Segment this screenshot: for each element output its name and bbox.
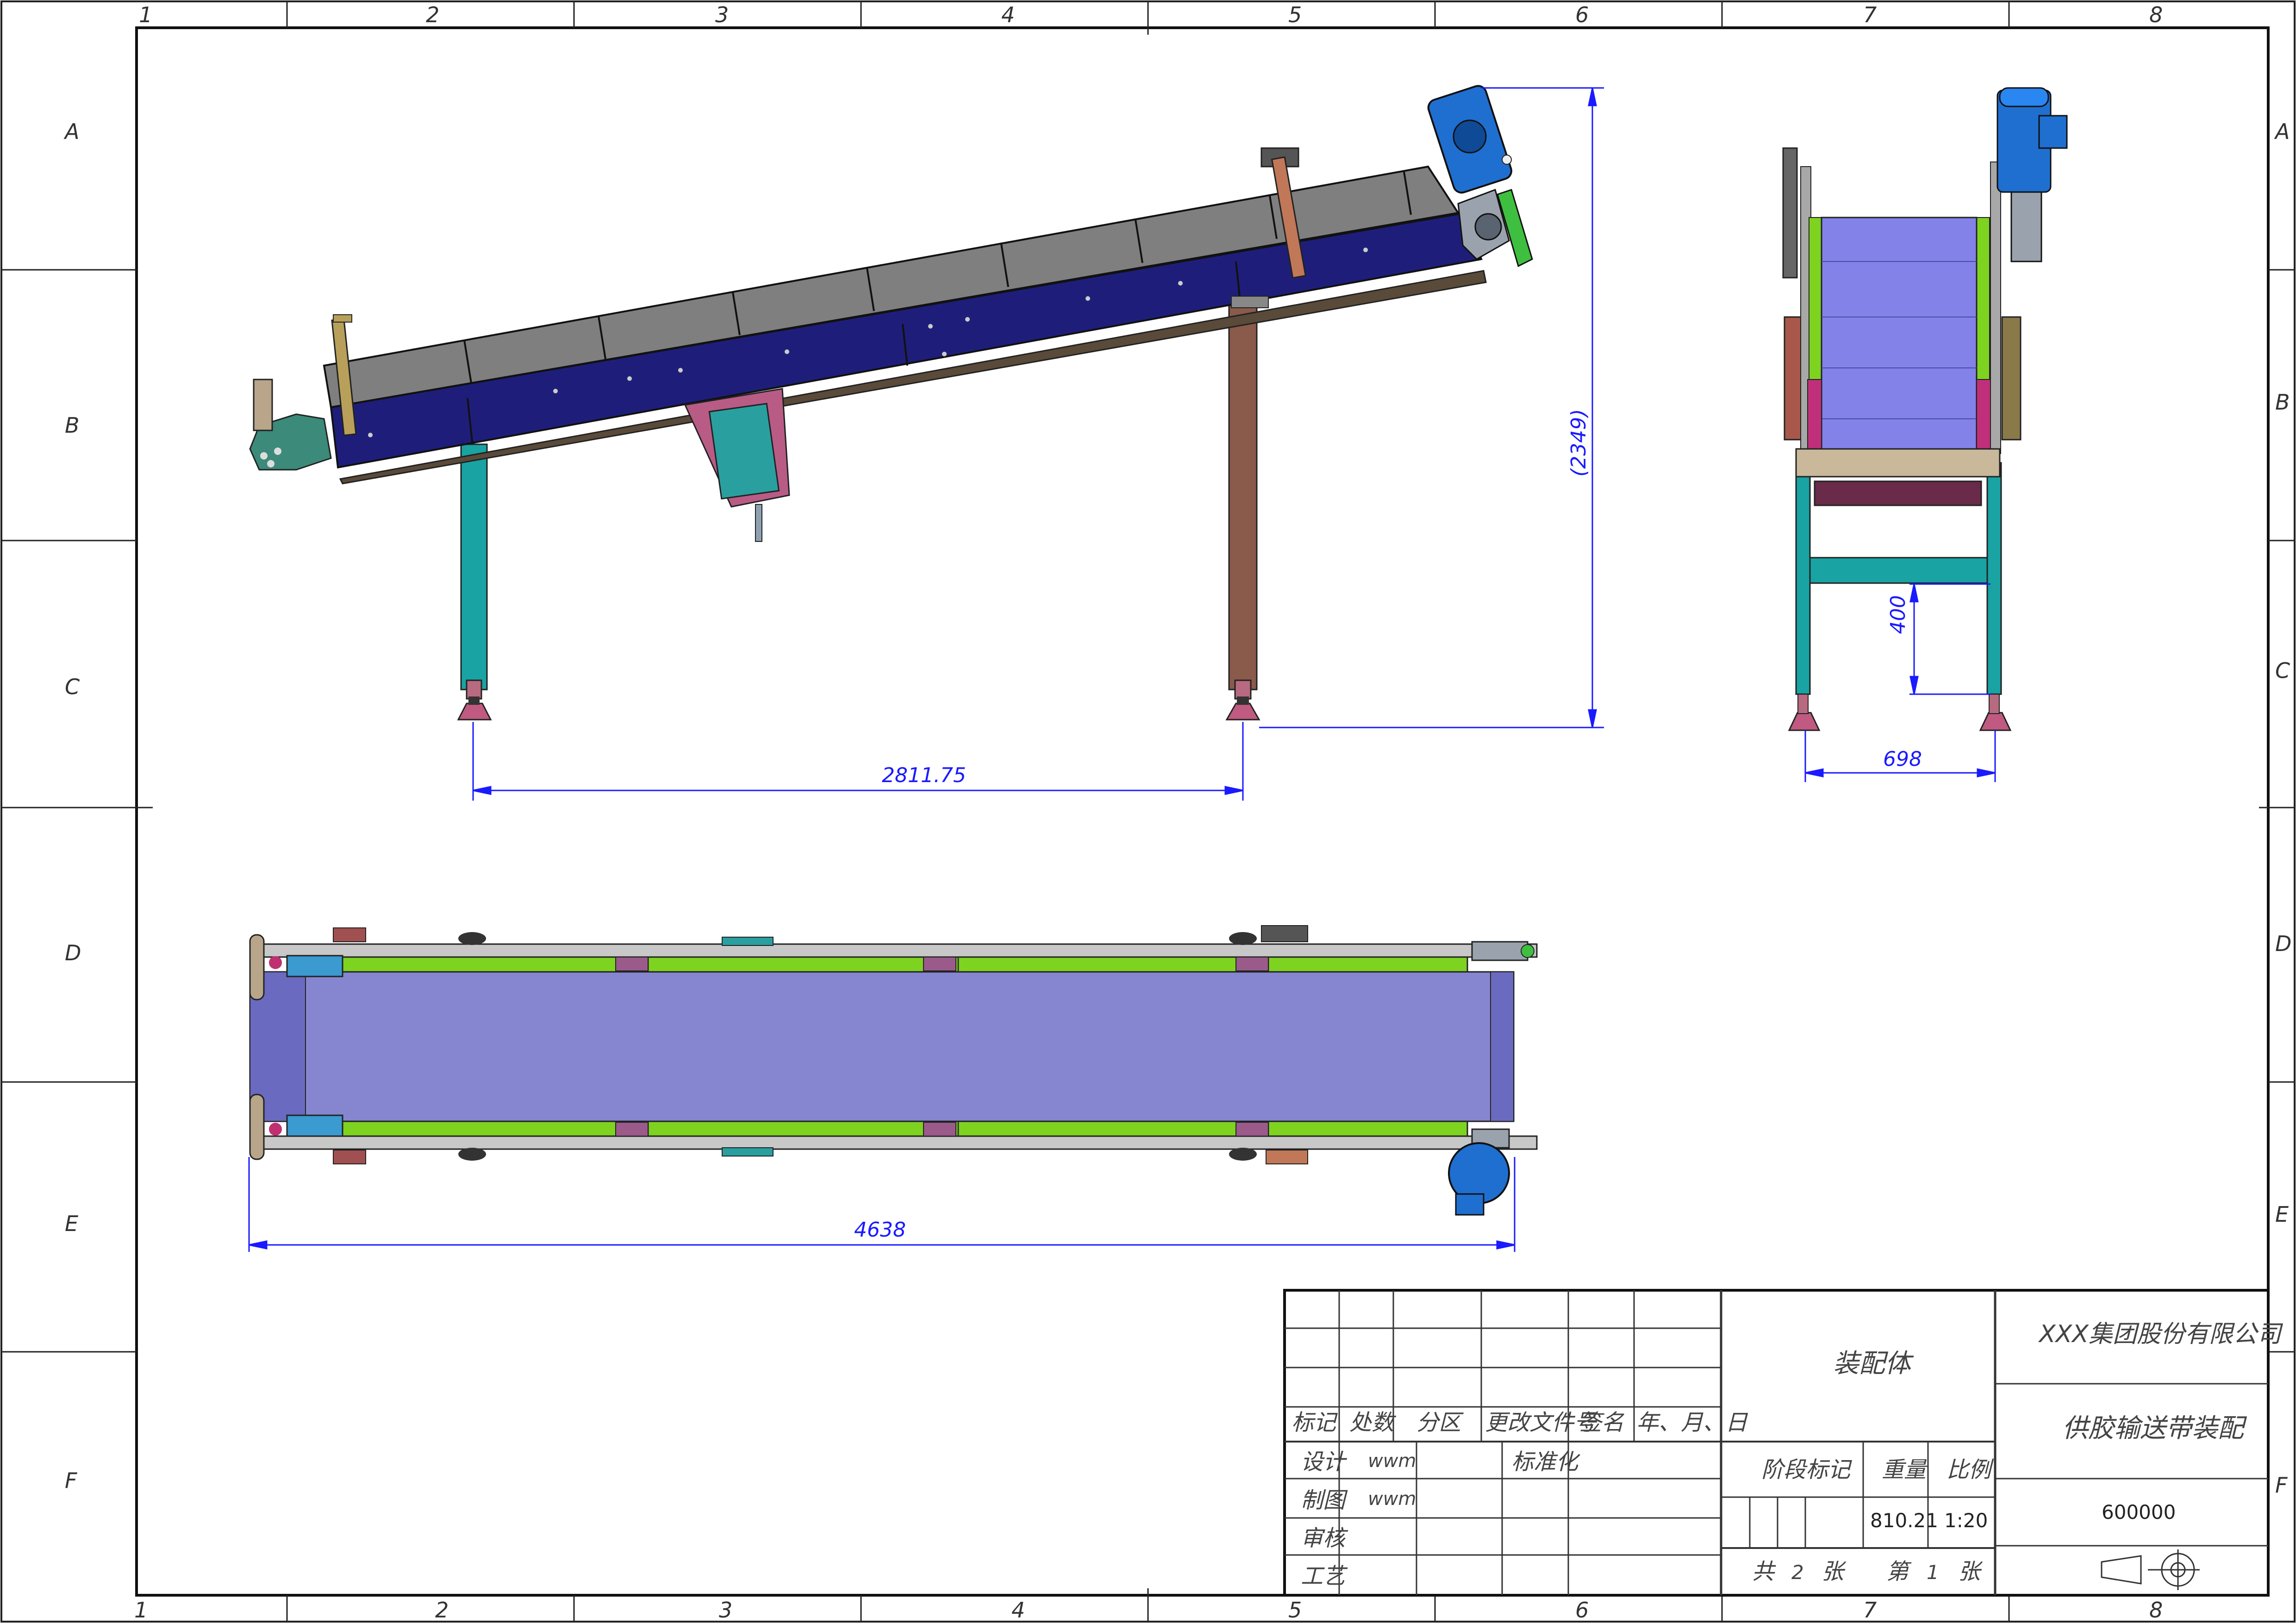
zone-col-8-bottom: 8: [2149, 1598, 2163, 1623]
tb-weight: 810.21: [1870, 1509, 1938, 1532]
dimension-crossbar-height: [1909, 583, 1990, 695]
front-elevation-view: 2811.75 (2349): [249, 85, 1604, 801]
dimension-leg-spacing: [472, 722, 1244, 801]
tb-scale: 1:20: [1944, 1509, 1988, 1532]
zone-col-2-top: 2: [426, 2, 439, 27]
rear-support-leg: [1225, 305, 1260, 721]
zone-col-5-bottom: 5: [1288, 1598, 1302, 1623]
tb-header-mark: 标记: [1292, 1410, 1338, 1436]
tb-sheet-no-unit: 张: [1958, 1559, 1983, 1585]
zone-col-7-top: 7: [1863, 2, 1877, 27]
tb-header-count: 处数: [1349, 1410, 1397, 1436]
tb-drawing-number: 600000: [2102, 1501, 2176, 1524]
dim-overall-height-label: (2349): [1567, 409, 1591, 477]
zone-col-6-top: 6: [1575, 2, 1589, 27]
title-block: 标记 处数 分区 更改文件号 签名 年、月、日 设计 制图 审核 工艺 标准化 …: [1283, 1289, 2284, 1597]
zone-col-4-top: 4: [1001, 2, 1015, 27]
zone-row-d-left: D: [65, 940, 81, 965]
dim-frame-width-label: 698: [1883, 747, 1922, 771]
take-up-unit: [684, 388, 790, 542]
inclined-conveyor-frame: [323, 165, 1487, 485]
tb-role-design: 设计: [1301, 1449, 1348, 1475]
zone-col-1-top: 1: [139, 2, 152, 27]
engineering-drawing-sheet: 1 2 3 4 5 6 7 8 1 2 3 4 5 6 7 8 A B C D …: [0, 0, 2296, 1623]
zone-row-e-left: E: [65, 1211, 78, 1236]
tb-header-zone: 分区: [1416, 1410, 1464, 1436]
zone-row-e-right: E: [2275, 1202, 2289, 1227]
tb-material: 装配体: [1833, 1349, 1914, 1379]
tb-sheets-unit: 张: [1822, 1559, 1847, 1585]
tb-designer: wwm: [1368, 1450, 1416, 1472]
tb-sheets-total: 2: [1791, 1561, 1804, 1584]
zone-row-b-right: B: [2275, 390, 2290, 415]
zone-col-7-bottom: 7: [1863, 1598, 1877, 1623]
dim-leg-spacing-label: 2811.75: [882, 764, 966, 787]
tb-role-review: 审核: [1301, 1525, 1348, 1551]
front-support-leg: [457, 443, 492, 721]
zone-col-5-top: 5: [1288, 2, 1302, 27]
tb-header-signature: 签名: [1579, 1410, 1625, 1436]
zone-row-b-left: B: [65, 413, 80, 438]
tb-sheets-total-prefix: 共: [1752, 1559, 1776, 1585]
zone-col-3-top: 3: [715, 2, 729, 27]
zone-col-2-bottom: 2: [435, 1598, 449, 1623]
tb-weight-label: 重量: [1882, 1457, 1928, 1483]
zone-row-f-right: F: [2275, 1473, 2288, 1498]
tb-sheet-no-prefix: 第: [1886, 1559, 1912, 1585]
conveyor-belt-plan: [249, 971, 1515, 1122]
zone-row-d-right: D: [2275, 931, 2291, 956]
dim-overall-length-label: 4638: [854, 1218, 906, 1242]
tb-drafter: wwm: [1368, 1488, 1416, 1510]
zone-row-a-left: A: [63, 119, 79, 144]
zone-col-3-bottom: 3: [719, 1598, 732, 1623]
end-elevation-view: 698 400: [1782, 87, 2068, 782]
tb-stage-mark-label: 阶段标记: [1761, 1457, 1853, 1483]
tb-scale-label: 比例: [1947, 1457, 1994, 1483]
tb-header-date: 年、月、日: [1636, 1410, 1748, 1436]
tb-sheet-no: 1: [1927, 1561, 1939, 1584]
zone-col-8-top: 8: [2149, 2, 2163, 27]
tb-role-standardization: 标准化: [1511, 1449, 1580, 1475]
zone-col-1-bottom: 1: [134, 1598, 148, 1623]
zone-row-c-right: C: [2275, 658, 2290, 683]
tb-drawing-title: 供胶输送带装配: [2062, 1413, 2247, 1443]
tb-company: XXX集团股份有限公司: [2038, 1320, 2284, 1348]
zone-col-4-bottom: 4: [1011, 1598, 1025, 1623]
zone-row-c-left: C: [65, 674, 80, 699]
plan-view: 4638: [248, 925, 1538, 1252]
tb-role-drafting: 制图: [1301, 1487, 1348, 1513]
tb-role-process: 工艺: [1301, 1563, 1348, 1589]
zone-col-6-bottom: 6: [1575, 1598, 1589, 1623]
zone-row-f-left: F: [65, 1468, 77, 1493]
dim-crossbar-height-label: 400: [1886, 595, 1910, 634]
zone-row-a-right: A: [2274, 119, 2290, 144]
